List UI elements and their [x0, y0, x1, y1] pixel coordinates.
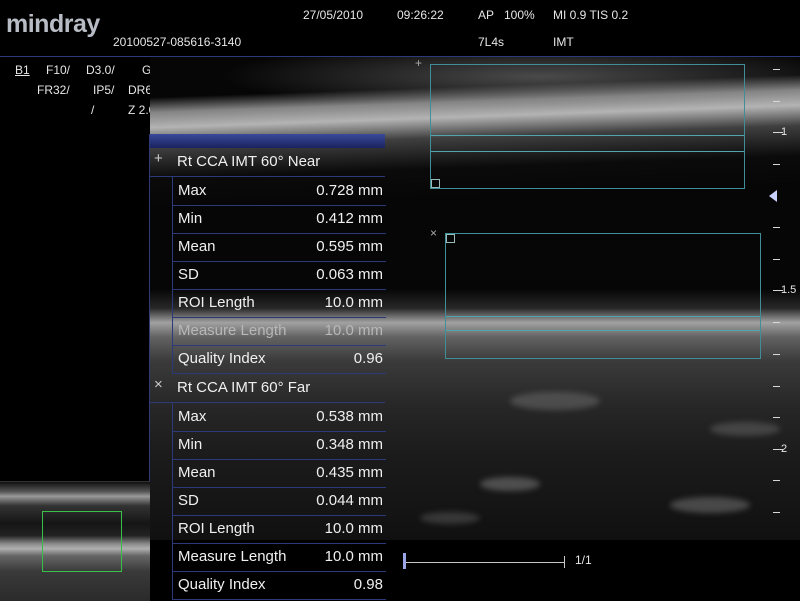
mi-tis-readout: MI 0.9 TIS 0.2: [553, 8, 629, 22]
far-roi-marker: ×: [430, 226, 438, 240]
near-section-title: + Rt CCA IMT 60° Near: [150, 148, 385, 177]
near-roi-length-row: ROI Length 10.0 mm: [172, 289, 386, 318]
far-section-marker: ×: [154, 376, 163, 393]
cine-end-marker: [564, 556, 565, 568]
near-mean-row: Mean 0.595 mm: [172, 233, 386, 262]
far-section-title: × Rt CCA IMT 60° Far: [150, 374, 385, 403]
roi-resize-handle[interactable]: [446, 234, 455, 243]
acoustic-power-label: AP: [478, 8, 495, 22]
mindray-logo: mindray: [6, 10, 100, 38]
far-wall-roi[interactable]: [445, 233, 761, 359]
focus-marker-icon[interactable]: [769, 190, 777, 202]
param-image-process: IP5/: [93, 83, 115, 97]
near-roi-marker: +: [415, 56, 423, 70]
near-max-row: Max 0.728 mm: [172, 177, 386, 206]
param-frequency: F10/: [46, 63, 71, 77]
acoustic-power-value: 100%: [504, 8, 535, 22]
near-intima-trace: [431, 135, 744, 136]
exam-date: 27/05/2010: [303, 8, 364, 22]
probe-name: 7L4s: [478, 35, 505, 49]
imt-measurement-panel: + Rt CCA IMT 60° Near Max 0.728 mm Min 0.4…: [149, 134, 386, 600]
far-sd-row: SD 0.044 mm: [172, 487, 386, 516]
overview-thumbnail[interactable]: [0, 481, 150, 601]
exam-time: 09:26:22: [397, 8, 444, 22]
near-measure-length-row: Measure Length 10.0 mm: [172, 317, 386, 346]
near-section-marker: +: [154, 150, 163, 167]
study-id: 20100527-085616-3140: [113, 35, 242, 49]
far-min-row: Min 0.348 mm: [172, 431, 386, 460]
far-measure-length-row: Measure Length 10.0 mm: [172, 543, 386, 572]
far-intima-trace: [446, 316, 760, 317]
roi-resize-handle[interactable]: [431, 179, 440, 188]
far-adventitia-trace: [446, 330, 760, 331]
near-min-row: Min 0.412 mm: [172, 205, 386, 234]
depth-label-1-5: 1.5: [781, 284, 797, 296]
exam-preset: IMT: [553, 35, 574, 49]
panel-title-bar[interactable]: [150, 134, 385, 148]
far-quality-index-row: Quality Index 0.98: [172, 571, 386, 600]
thumbnail-zoom-box[interactable]: [42, 511, 122, 572]
far-roi-length-row: ROI Length 10.0 mm: [172, 515, 386, 544]
near-sd-row: SD 0.063 mm: [172, 261, 386, 290]
far-max-row: Max 0.538 mm: [172, 403, 386, 432]
far-mean-row: Mean 0.435 mm: [172, 459, 386, 488]
cine-slider-handle[interactable]: [403, 553, 406, 569]
cine-frame-counter: 1/1: [575, 553, 592, 567]
near-adventitia-trace: [431, 151, 744, 152]
near-quality-index-row: Quality Index 0.96: [172, 345, 386, 374]
param-frame-rate: FR32/: [37, 83, 70, 97]
param-depth: D3.0/: [86, 63, 115, 77]
near-wall-roi[interactable]: [430, 64, 745, 189]
depth-label-1: 1: [781, 126, 788, 138]
param-slash: /: [91, 103, 95, 117]
depth-label-2: 2: [781, 443, 788, 455]
param-b1: B1: [15, 63, 30, 77]
cine-track[interactable]: [405, 562, 565, 563]
